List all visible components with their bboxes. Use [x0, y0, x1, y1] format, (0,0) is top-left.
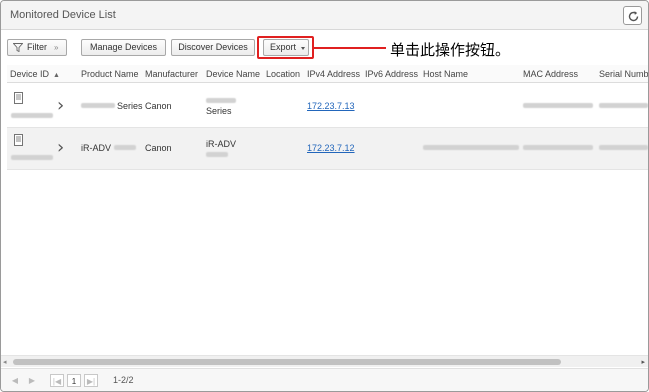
column-header-manufacturer[interactable]: Manufacturer: [145, 69, 198, 79]
scroll-right-icon[interactable]: ▸: [641, 358, 645, 366]
redacted-device-id: [11, 113, 53, 118]
redacted-product-suffix: [114, 145, 136, 150]
discover-devices-button[interactable]: Discover Devices: [171, 39, 255, 56]
product-name-cell: Series: [117, 101, 143, 111]
horizontal-scrollbar[interactable]: ◂ ▸: [1, 355, 648, 367]
title-bar: Monitored Device List: [1, 1, 648, 30]
page-range: 1-2/2: [113, 375, 134, 385]
scrollbar-thumb[interactable]: [13, 359, 561, 365]
next-page-icon[interactable]: ▶: [27, 374, 37, 387]
window-title: Monitored Device List: [10, 9, 116, 21]
prev-page-icon[interactable]: ◀: [10, 374, 20, 387]
pagination-bar: ◀ ▶ |◀ 1 ▶| 1-2/2: [1, 368, 648, 391]
redacted-product-prefix: [81, 103, 115, 108]
column-header-device-name[interactable]: Device Name: [206, 69, 260, 79]
manage-devices-button[interactable]: Manage Devices: [81, 39, 166, 56]
device-name-cell: iR-ADV: [206, 139, 237, 149]
redacted-mac-address: [523, 145, 593, 150]
device-icon: [14, 92, 23, 104]
refresh-icon: [628, 11, 639, 22]
redacted-mac-address: [523, 103, 593, 108]
column-header-host-name[interactable]: Host Name: [423, 69, 468, 79]
table-row[interactable]: › iR-ADV Canon iR-ADV 172.23.7.12: [7, 128, 648, 170]
filter-button[interactable]: Filter »: [7, 39, 67, 56]
redacted-serial-number: [599, 103, 648, 108]
manufacturer-cell: Canon: [145, 143, 172, 153]
manufacturer-cell: Canon: [145, 101, 172, 111]
callout-text: 单击此操作按钮。: [390, 41, 511, 59]
column-header-ipv4-address[interactable]: IPv4 Address: [307, 69, 360, 79]
redacted-device-name-prefix: [206, 98, 236, 103]
monitored-device-list-window: Monitored Device List Filter » Manage De…: [0, 0, 649, 392]
ipv4-link[interactable]: 172.23.7.13: [307, 101, 355, 111]
filter-dropdown-icon: »: [54, 43, 59, 52]
column-header-device-id[interactable]: Device ID ▲: [10, 69, 60, 79]
callout-line: [314, 47, 386, 49]
expand-chevron-icon[interactable]: ›: [57, 137, 64, 158]
device-icon: [14, 134, 23, 146]
refresh-button[interactable]: [623, 6, 642, 25]
current-page-number[interactable]: 1: [67, 374, 81, 387]
expand-chevron-icon[interactable]: ›: [57, 95, 64, 116]
redacted-device-id: [11, 155, 53, 160]
filter-label: Filter: [27, 42, 47, 52]
redacted-device-name-suffix: [206, 152, 228, 157]
column-header-serial-number[interactable]: Serial Numbe: [599, 69, 648, 79]
ipv4-link[interactable]: 172.23.7.12: [307, 143, 355, 153]
column-header-product-name[interactable]: Product Name: [81, 69, 139, 79]
sort-ascending-icon: ▲: [53, 72, 60, 79]
redacted-host-name: [423, 145, 519, 150]
filter-icon: [13, 43, 23, 52]
last-page-icon[interactable]: ▶|: [84, 374, 98, 387]
export-highlight-box: [257, 36, 314, 59]
scroll-left-icon[interactable]: ◂: [3, 358, 7, 366]
column-header-mac-address[interactable]: MAC Address: [523, 69, 578, 79]
first-page-icon[interactable]: |◀: [50, 374, 64, 387]
redacted-serial-number: [599, 145, 648, 150]
column-label: Device ID: [10, 69, 50, 79]
device-table: Device ID ▲ Product Name Manufacturer Dev…: [7, 65, 648, 355]
column-header-ipv6-address[interactable]: IPv6 Address: [365, 69, 418, 79]
column-header-location[interactable]: Location: [266, 69, 300, 79]
product-name-cell: iR-ADV: [81, 143, 112, 153]
table-header: Device ID ▲ Product Name Manufacturer Dev…: [7, 65, 648, 83]
device-name-cell: Series: [206, 106, 232, 116]
table-row[interactable]: › Series Canon Series 172.23.7.13: [7, 86, 648, 128]
